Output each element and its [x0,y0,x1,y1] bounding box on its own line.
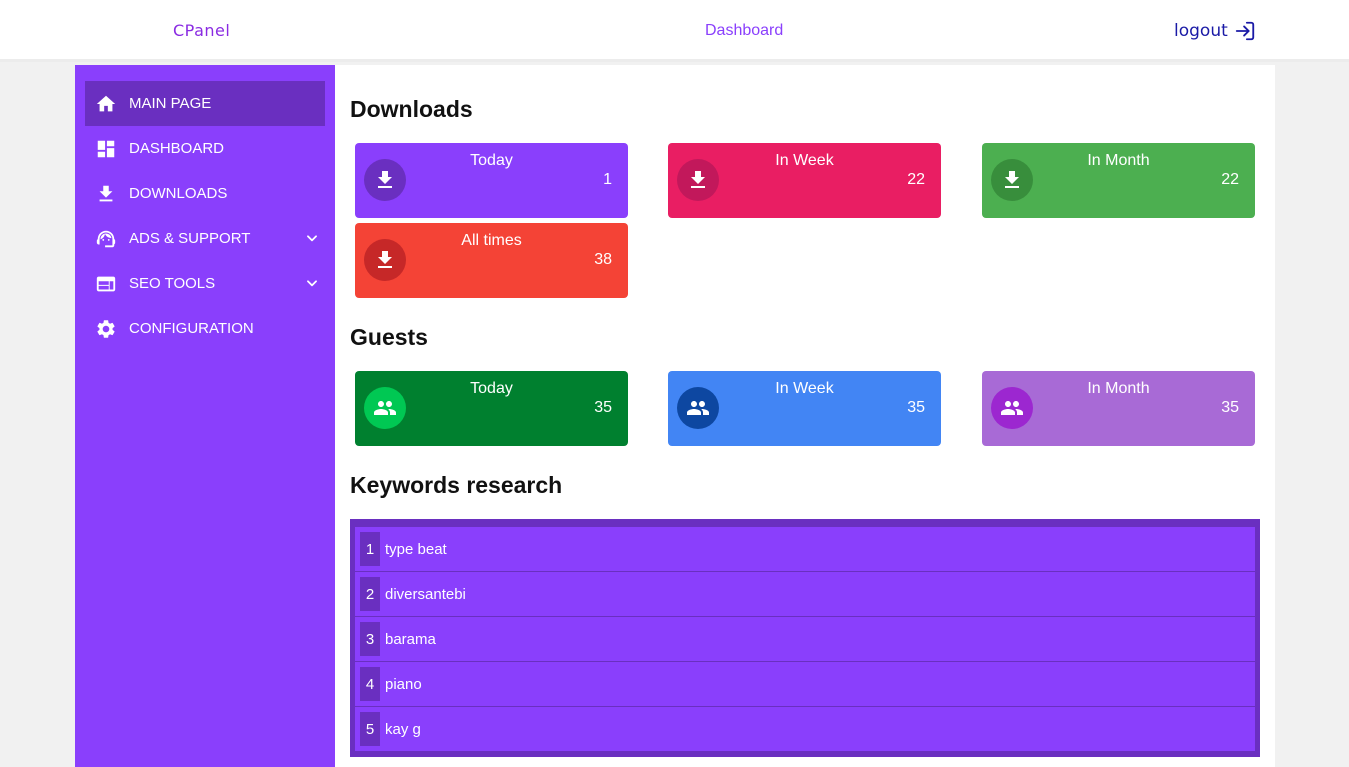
card-value: 35 [1221,399,1239,416]
card-label: In Week [775,152,834,169]
downloads-card-in-week[interactable]: In Week 22 [668,143,941,218]
list-item[interactable]: 1 type beat [355,527,1255,571]
card-label: Today [470,380,513,397]
sidebar-item-ads-support[interactable]: ADS & SUPPORT [85,216,325,261]
card-value: 1 [603,171,612,188]
guests-title: Guests [350,324,428,350]
downloads-card-all-times[interactable]: All times 38 [355,223,628,298]
keyword-rank: 1 [360,532,380,566]
card-label: All times [461,232,522,249]
list-item[interactable]: 4 piano [355,662,1255,706]
sidebar-item-main-page[interactable]: MAIN PAGE [85,81,325,126]
keywords-list: 1 type beat 2 diversantebi 3 barama 4 pi… [350,519,1260,757]
web-icon [95,273,117,295]
card-label: In Week [775,380,834,397]
sidebar-item-label: CONFIGURATION [129,320,254,337]
keyword-rank: 3 [360,622,380,656]
sidebar-item-dashboard[interactable]: DASHBOARD [85,126,325,171]
guests-card-in-month[interactable]: In Month 35 [982,371,1255,446]
logout-button[interactable]: logout [1174,20,1256,42]
chevron-down-icon[interactable] [305,231,319,245]
card-label: In Month [1087,380,1150,397]
sidebar-item-label: DOWNLOADS [129,185,228,202]
brand-logo[interactable]: CPanel [173,21,230,40]
sidebar: MAIN PAGE DASHBOARD DOWNLOADS ADS & SUPP… [75,65,335,767]
chevron-down-icon[interactable] [305,276,319,290]
sidebar-item-label: MAIN PAGE [129,95,212,112]
keyword-text: piano [385,675,422,693]
downloads-card-today[interactable]: Today 1 [355,143,628,218]
card-value: 22 [907,171,925,188]
guests-card-in-week[interactable]: In Week 35 [668,371,941,446]
sidebar-item-configuration[interactable]: CONFIGURATION [85,306,325,351]
list-item[interactable]: 5 kay g [355,707,1255,751]
guests-card-today[interactable]: Today 35 [355,371,628,446]
list-item[interactable]: 3 barama [355,617,1255,661]
logout-label: logout [1174,21,1228,41]
home-icon [95,93,117,115]
page-title: Dashboard [705,22,784,39]
card-label: Today [470,152,513,169]
card-value: 35 [594,399,612,416]
keyword-rank: 5 [360,712,380,746]
card-value: 22 [1221,171,1239,188]
keyword-text: type beat [385,540,447,558]
keyword-rank: 4 [360,667,380,701]
top-bar: CPanel Dashboard logout [0,0,1349,62]
sidebar-item-label: DASHBOARD [129,140,225,157]
sidebar-item-downloads[interactable]: DOWNLOADS [85,171,325,216]
list-item[interactable]: 2 diversantebi [355,572,1255,616]
keywords-title: Keywords research [350,472,563,498]
main-content: Downloads Today 1 In Week 22 In Month 22… [335,65,1275,767]
sidebar-item-label: ADS & SUPPORT [129,230,251,247]
card-value: 35 [907,399,925,416]
keyword-text: barama [385,630,436,648]
gear-icon [95,318,117,340]
sidebar-item-seo-tools[interactable]: SEO TOOLS [85,261,325,306]
logout-icon [1235,21,1254,41]
card-label: In Month [1087,152,1150,169]
keyword-text: kay g [385,720,421,738]
download-icon [95,183,117,205]
sidebar-item-label: SEO TOOLS [129,275,216,292]
keyword-rank: 2 [360,577,380,611]
dashboard-icon [95,138,117,160]
card-value: 38 [594,251,612,268]
downloads-card-in-month[interactable]: In Month 22 [982,143,1255,218]
support-agent-icon [95,228,117,250]
keyword-text: diversantebi [385,585,466,603]
downloads-title: Downloads [350,96,473,122]
